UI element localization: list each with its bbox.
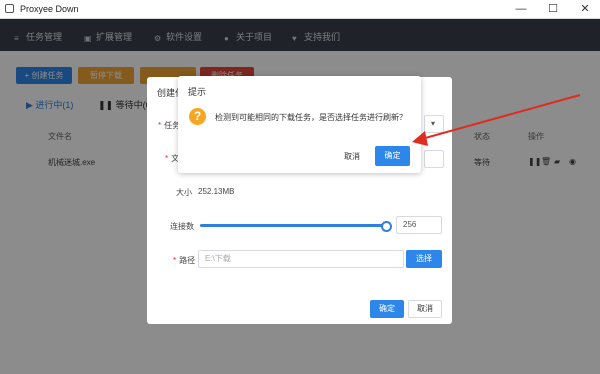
annotation-arrow-icon <box>412 94 581 146</box>
